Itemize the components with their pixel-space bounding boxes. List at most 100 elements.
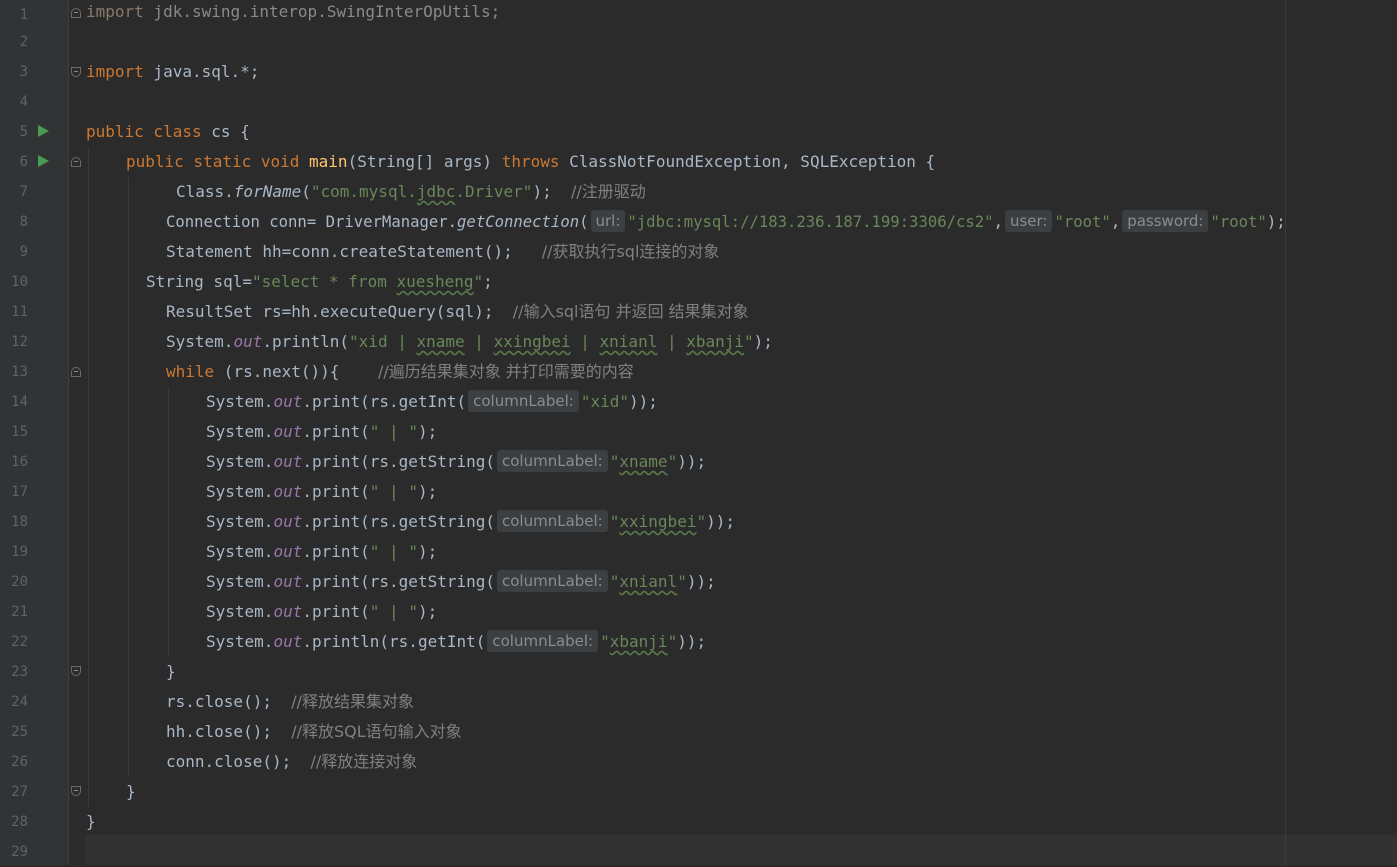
code-line[interactable]: Connection conn= DriverManager.getConnec… [166, 207, 1286, 237]
line-number: 14 [11, 394, 28, 410]
code-text: .print(rs.getString( [302, 452, 495, 471]
string-literal: " | " [369, 482, 418, 501]
line-number: 19 [11, 544, 28, 560]
line-number: 27 [11, 784, 28, 800]
code-text: System. [206, 542, 274, 561]
code-line[interactable]: System.out.print(rs.getInt(columnLabel: "… [206, 387, 658, 417]
code-line[interactable]: System.out.print(rs.getString(columnLabe… [206, 567, 716, 597]
run-main-icon[interactable] [38, 155, 49, 167]
line-number: 5 [19, 124, 28, 140]
string-literal: " [696, 512, 707, 531]
fold-marker-icon[interactable] [71, 8, 81, 18]
parameter-hint: columnLabel: [497, 449, 608, 472]
parameter-hint: columnLabel: [497, 509, 608, 532]
line-number: 13 [11, 364, 28, 380]
code-line[interactable]: System.out.println(rs.getInt(columnLabel… [206, 627, 706, 657]
code-text: .print( [302, 602, 370, 621]
code-line[interactable]: System.out.print(rs.getString(columnLabe… [206, 507, 735, 537]
code-line[interactable]: String sql="select * from xuesheng"; [146, 267, 493, 297]
static-field: out [273, 422, 303, 441]
string-literal: xnianl [599, 332, 658, 351]
keyword: import [86, 2, 144, 21]
code-text: System. [206, 512, 274, 531]
code-text: )); [677, 632, 707, 651]
code-line[interactable]: System.out.print(" | "); [206, 477, 437, 507]
code-text: )); [686, 572, 716, 591]
fold-column [69, 0, 85, 865]
code-line[interactable]: conn.close(); //释放连接对象 [166, 747, 417, 777]
code-line[interactable]: import jdk.swing.interop.SwingInterOpUti… [86, 0, 500, 27]
fold-marker-icon[interactable] [71, 67, 81, 77]
code-line[interactable]: System.out.println("xid | xname | xxingb… [166, 327, 773, 357]
comment: //输入sql语句 并返回 结果集对象 [512, 302, 749, 321]
line-number: 17 [11, 484, 28, 500]
code-text: jdk.swing.interop.SwingInterOpUtils; [143, 2, 501, 21]
code-line[interactable]: while (rs.next()){ //遍历结果集对象 并打印需要的内容 [166, 357, 634, 387]
code-line[interactable]: System.out.print(" | "); [206, 597, 437, 627]
code-line[interactable]: } [126, 777, 136, 807]
code-text: )); [629, 392, 658, 411]
code-line[interactable]: hh.close(); //释放SQL语句输入对象 [166, 717, 462, 747]
keyword: public static void [126, 152, 300, 171]
code-line[interactable]: } [166, 657, 176, 687]
code-line[interactable]: import java.sql.*; [86, 57, 259, 87]
keyword: while [166, 362, 215, 381]
code-text: , [993, 213, 1003, 231]
line-number: 25 [11, 724, 28, 740]
string-literal: " [473, 272, 484, 291]
code-text: System. [206, 392, 274, 411]
code-text: System. [206, 602, 274, 621]
string-literal: .Driver" [455, 182, 533, 201]
code-line[interactable]: System.out.print(rs.getString(columnLabe… [206, 447, 706, 477]
code-text: ); [753, 332, 773, 351]
code-line[interactable]: ResultSet rs=hh.executeQuery(sql); //输入s… [166, 297, 749, 327]
static-field: out [273, 512, 303, 531]
string-literal: | [570, 332, 600, 351]
code-text: hh.close(); [166, 722, 272, 741]
run-class-icon[interactable] [38, 125, 49, 137]
code-line[interactable]: public static void main(String[] args) t… [126, 147, 935, 177]
code-text: ; [483, 272, 493, 291]
code-line[interactable]: } [86, 807, 96, 837]
code-line[interactable]: Statement hh=conn.createStatement(); //获… [166, 237, 719, 267]
parameter-hint: columnLabel: [487, 629, 599, 652]
code-text: System. [206, 422, 274, 441]
string-literal: | [464, 332, 494, 351]
code-text: .print( [302, 542, 370, 561]
code-line[interactable]: public class cs { [86, 117, 250, 147]
current-line-highlight [85, 835, 1397, 865]
code-text: ); [417, 542, 438, 561]
string-literal: xname [416, 332, 465, 351]
method-call: getConnection [457, 213, 580, 231]
code-text: .print(rs.getString( [302, 572, 495, 591]
string-literal: " [667, 452, 678, 471]
code-line[interactable]: System.out.print(" | "); [206, 417, 437, 447]
string-literal: " [609, 452, 620, 471]
static-field: out [273, 542, 303, 561]
string-literal: jdbc [416, 182, 456, 201]
string-literal: " | " [369, 542, 418, 561]
code-line[interactable]: rs.close(); //释放结果集对象 [166, 687, 414, 717]
fold-marker-icon[interactable] [71, 666, 81, 676]
line-number: 20 [11, 574, 28, 590]
code-line[interactable]: System.out.print(" | "); [206, 537, 437, 567]
method-call: forName [233, 182, 302, 201]
string-literal: xuesheng [396, 272, 474, 291]
parameter-hint: columnLabel: [468, 389, 579, 412]
code-text: )); [706, 512, 735, 531]
string-literal: " [744, 332, 754, 351]
fold-marker-icon[interactable] [71, 786, 81, 796]
code-text: ResultSet rs=hh.executeQuery(sql); [166, 302, 494, 321]
fold-marker-icon[interactable] [71, 157, 81, 167]
line-number: 3 [19, 64, 28, 80]
fold-marker-icon[interactable] [71, 367, 81, 377]
string-literal: " | " [369, 602, 418, 621]
code-text: (String[] args) [347, 152, 502, 171]
code-text: Statement hh=conn.createStatement(); [166, 242, 513, 261]
method-name: main [309, 152, 348, 171]
comment: //释放结果集对象 [291, 692, 415, 711]
right-margin-guide [1285, 0, 1286, 865]
string-literal: " [609, 512, 620, 531]
code-line[interactable]: Class.forName("com.mysql.jdbc.Driver"); … [176, 177, 646, 207]
line-number: 21 [11, 604, 28, 620]
